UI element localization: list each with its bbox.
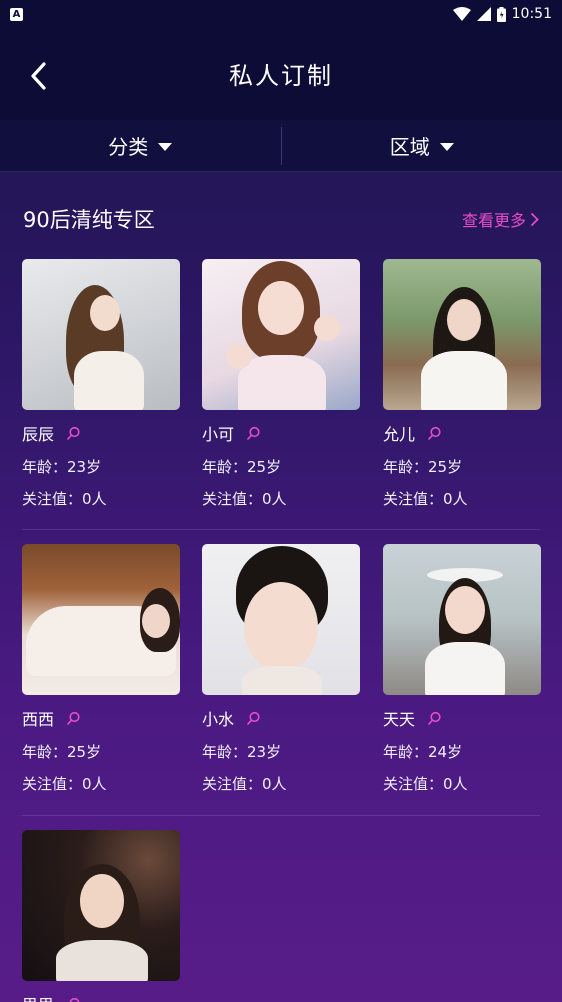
- profile-follow: 关注值：0人: [383, 773, 541, 793]
- follow-label: 关注值：: [383, 775, 444, 793]
- clock: 10:51: [511, 6, 552, 22]
- profile-photo: [202, 259, 360, 410]
- profile-name: 西西: [22, 710, 55, 729]
- age-value: 23岁: [247, 743, 282, 761]
- female-icon: [66, 997, 81, 1002]
- profile-card[interactable]: 小可 年龄：25岁 关注值：0人: [202, 259, 360, 508]
- age-value: 25岁: [247, 458, 282, 476]
- female-icon: [246, 711, 261, 726]
- profile-name: 小水: [202, 710, 235, 729]
- follow-value: 0人: [262, 775, 287, 793]
- age-label: 年龄：: [202, 743, 248, 761]
- chevron-right-icon: [530, 212, 539, 226]
- female-icon: [66, 711, 81, 726]
- age-label: 年龄：: [22, 743, 68, 761]
- female-icon: [427, 426, 442, 441]
- profile-photo: [383, 544, 541, 695]
- profile-photo: [22, 259, 180, 410]
- profile-age: 年龄：25岁: [383, 456, 541, 476]
- profile-name: 辰辰: [22, 425, 55, 444]
- profile-name: 小可: [202, 425, 235, 444]
- profile-card[interactable]: 辰辰 年龄：23岁 关注值：0人: [22, 259, 180, 508]
- follow-label: 关注值：: [202, 490, 263, 508]
- profile-age: 年龄：23岁: [202, 741, 360, 761]
- follow-value: 0人: [262, 490, 287, 508]
- profile-photo: [383, 259, 541, 410]
- status-bar: A 10:51: [0, 0, 562, 28]
- age-value: 25岁: [428, 458, 463, 476]
- profile-name: 天天: [383, 710, 416, 729]
- follow-label: 关注值：: [22, 490, 83, 508]
- nav-header: 私人订制: [0, 28, 562, 120]
- section-header: 90后清纯专区 查看更多: [23, 204, 539, 234]
- caret-down-icon: [439, 142, 454, 151]
- follow-label: 关注值：: [202, 775, 263, 793]
- female-icon: [427, 711, 442, 726]
- profile-follow: 关注值：0人: [22, 773, 180, 793]
- female-icon: [66, 426, 81, 441]
- profile-card[interactable]: 思思: [22, 830, 180, 1002]
- female-icon: [246, 426, 261, 441]
- profile-card[interactable]: 天天 年龄：24岁 关注值：0人: [383, 544, 541, 793]
- profile-age: 年龄：25岁: [202, 456, 360, 476]
- profile-card[interactable]: 西西 年龄：25岁 关注值：0人: [22, 544, 180, 793]
- signal-icon: [476, 7, 491, 21]
- profile-photo: [22, 830, 180, 981]
- age-value: 25岁: [67, 743, 102, 761]
- follow-value: 0人: [443, 775, 468, 793]
- app-notification-icon: A: [10, 7, 23, 21]
- filter-category[interactable]: 分类: [0, 120, 281, 171]
- age-label: 年龄：: [22, 458, 68, 476]
- profile-age: 年龄：25岁: [22, 741, 180, 761]
- follow-label: 关注值：: [22, 775, 83, 793]
- age-value: 23岁: [67, 458, 102, 476]
- profile-card[interactable]: 允儿 年龄：25岁 关注值：0人: [383, 259, 541, 508]
- profile-photo: [202, 544, 360, 695]
- profile-name: 思思: [22, 992, 54, 1002]
- caret-down-icon: [158, 142, 173, 151]
- profile-photo: [22, 544, 180, 695]
- age-label: 年龄：: [383, 458, 429, 476]
- section-title: 90后清纯专区: [23, 208, 155, 232]
- profile-age: 年龄：23岁: [22, 456, 180, 476]
- row-divider: [22, 529, 540, 530]
- filter-bar: 分类 区域: [0, 120, 562, 172]
- filter-category-label: 分类: [108, 135, 149, 159]
- profile-follow: 关注值：0人: [202, 773, 360, 793]
- profile-follow: 关注值：0人: [383, 488, 541, 508]
- wifi-icon: [452, 7, 471, 21]
- age-value: 24岁: [428, 743, 463, 761]
- filter-region-label: 区域: [389, 135, 430, 159]
- follow-value: 0人: [443, 490, 468, 508]
- profile-follow: 关注值：0人: [22, 488, 180, 508]
- age-label: 年龄：: [202, 458, 248, 476]
- profile-age: 年龄：24岁: [383, 741, 541, 761]
- filter-region[interactable]: 区域: [282, 120, 562, 171]
- battery-icon: [496, 6, 506, 22]
- page-title: 私人订制: [229, 62, 333, 90]
- follow-label: 关注值：: [383, 490, 444, 508]
- profile-follow: 关注值：0人: [202, 488, 360, 508]
- follow-value: 0人: [82, 775, 107, 793]
- age-label: 年龄：: [383, 743, 429, 761]
- profile-card[interactable]: 小水 年龄：23岁 关注值：0人: [202, 544, 360, 793]
- see-more-label: 查看更多: [461, 211, 526, 230]
- row-divider: [22, 815, 540, 816]
- profile-name: 允儿: [383, 425, 416, 444]
- follow-value: 0人: [82, 490, 107, 508]
- see-more-link[interactable]: 查看更多: [462, 207, 539, 231]
